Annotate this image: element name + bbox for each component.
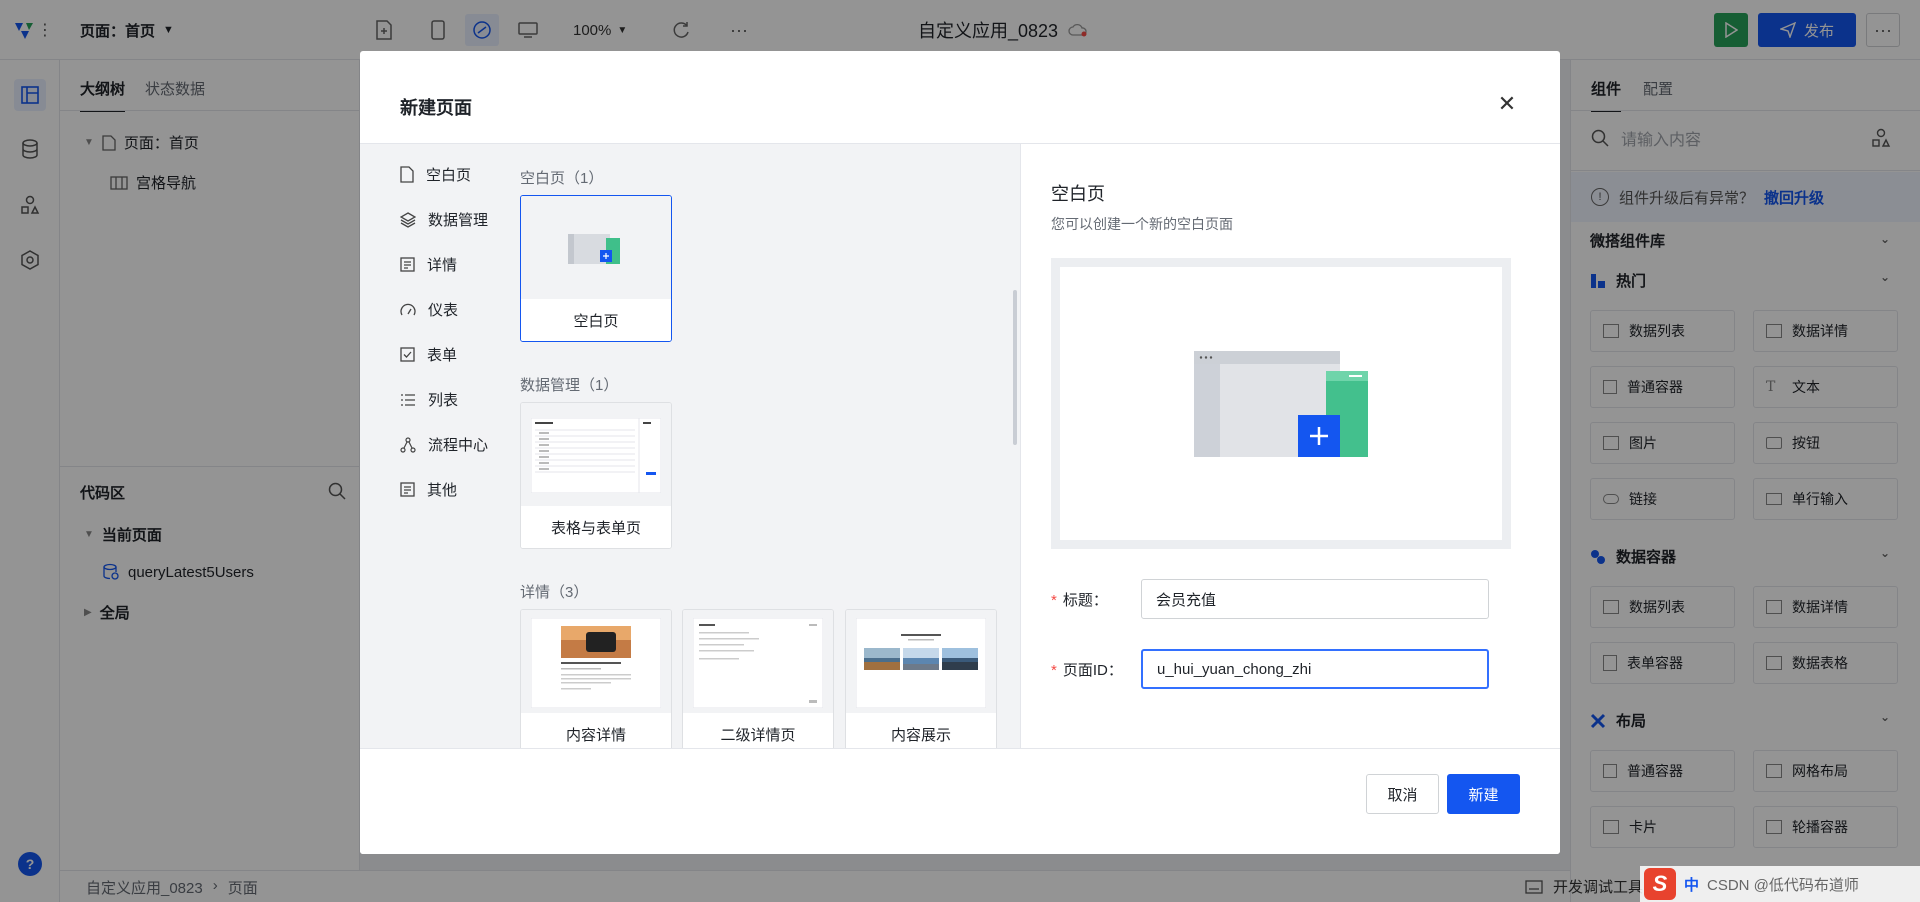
detail-icon — [400, 257, 415, 272]
workflow-icon — [400, 436, 416, 453]
category-form[interactable]: 表单 — [400, 344, 457, 365]
template-label: 表格与表单页 — [521, 506, 671, 548]
category-other[interactable]: 其他 — [400, 479, 457, 500]
list-icon — [401, 393, 415, 406]
content-display-illustration — [856, 618, 986, 708]
table-form-illustration — [531, 418, 661, 493]
blank-page-illustration — [1194, 350, 1368, 457]
category-label: 流程中心 — [428, 437, 489, 454]
template-thumbnail — [521, 403, 671, 508]
preview-image — [1051, 258, 1511, 549]
template-label: 内容详情 — [521, 713, 671, 748]
content-detail-illustration — [531, 618, 661, 708]
template-label: 空白页 — [521, 299, 671, 341]
category-label: 仪表 — [428, 302, 459, 319]
preview-panel: 空白页 您可以创建一个新的空白页面 * 标题： 会员充值 * 页面ID： u_h… — [1020, 144, 1560, 748]
category-data-management[interactable]: 数据管理 — [400, 209, 488, 230]
checkbox-icon — [400, 347, 415, 362]
template-secondary-detail[interactable]: 二级详情页 — [682, 609, 834, 748]
template-content-detail[interactable]: 内容详情 — [520, 609, 672, 748]
template-table-form[interactable]: 表格与表单页 — [520, 402, 672, 549]
secondary-detail-illustration — [693, 618, 823, 708]
other-icon — [400, 482, 415, 497]
dialog-header: 新建页面 ✕ — [360, 51, 1560, 144]
title-field-label: * 标题： — [1051, 591, 1108, 609]
template-thumbnail — [846, 610, 996, 715]
template-label: 内容展示 — [846, 713, 996, 748]
close-icon[interactable]: ✕ — [1497, 91, 1517, 116]
ime-mode[interactable]: 中 — [1684, 874, 1699, 895]
category-detail[interactable]: 详情 — [400, 254, 457, 275]
page-id-input[interactable]: u_hui_yuan_chong_zhi — [1141, 649, 1489, 689]
page-id-label-text: 页面ID： — [1062, 661, 1123, 679]
category-label: 数据管理 — [428, 212, 489, 229]
template-blank[interactable]: 空白页 — [520, 195, 672, 342]
preview-description: 您可以创建一个新的空白页面 — [1051, 216, 1233, 232]
category-label: 表单 — [427, 347, 458, 364]
template-thumbnail — [683, 610, 833, 715]
template-browser: 空白页 数据管理 详情 仪表 表单 列表 流程中心 其他 空白页（1） 空白页 … — [360, 144, 1020, 748]
category-list[interactable]: 列表 — [400, 389, 458, 410]
title-field-row: * 标题： 会员充值 — [1051, 579, 1489, 619]
layers-icon — [400, 211, 416, 228]
preview-title: 空白页 — [1051, 184, 1105, 204]
section-title-blank: 空白页（1） — [520, 170, 604, 187]
title-label-text: 标题： — [1062, 591, 1108, 609]
dialog-title: 新建页面 — [400, 98, 472, 118]
page-id-field-label: * 页面ID： — [1051, 661, 1123, 679]
category-dashboard[interactable]: 仪表 — [400, 299, 458, 320]
category-label: 其他 — [427, 482, 458, 499]
preview-canvas — [1060, 267, 1502, 540]
blank-page-icon — [400, 166, 414, 183]
blank-page-illustration — [568, 233, 620, 264]
category-workflow[interactable]: 流程中心 — [400, 434, 488, 455]
template-thumbnail — [521, 196, 671, 301]
ime-toolbar: S 中 CSDN @低代码布道师 — [1640, 866, 1920, 902]
title-input[interactable]: 会员充值 — [1141, 579, 1489, 619]
scrollbar[interactable] — [1013, 290, 1017, 445]
new-page-dialog: 新建页面 ✕ 空白页 数据管理 详情 仪表 表单 列表 流程中心 其他 空白页（… — [360, 51, 1560, 854]
csdn-watermark: CSDN @低代码布道师 — [1707, 876, 1859, 894]
gauge-icon — [400, 303, 416, 315]
template-label: 二级详情页 — [683, 713, 833, 748]
cancel-button[interactable]: 取消 — [1366, 774, 1439, 814]
sogou-ime-icon[interactable]: S — [1644, 868, 1676, 900]
template-thumbnail — [521, 610, 671, 715]
category-label: 详情 — [427, 257, 458, 274]
section-title-data-management: 数据管理（1） — [520, 377, 619, 394]
category-blank[interactable]: 空白页 — [400, 164, 471, 185]
section-title-detail: 详情（3） — [520, 584, 589, 601]
category-label: 列表 — [428, 392, 459, 409]
create-button[interactable]: 新建 — [1447, 774, 1520, 814]
template-content-display[interactable]: 内容展示 — [845, 609, 997, 748]
page-id-field-row: * 页面ID： u_hui_yuan_chong_zhi — [1051, 649, 1489, 689]
category-label: 空白页 — [426, 167, 472, 184]
